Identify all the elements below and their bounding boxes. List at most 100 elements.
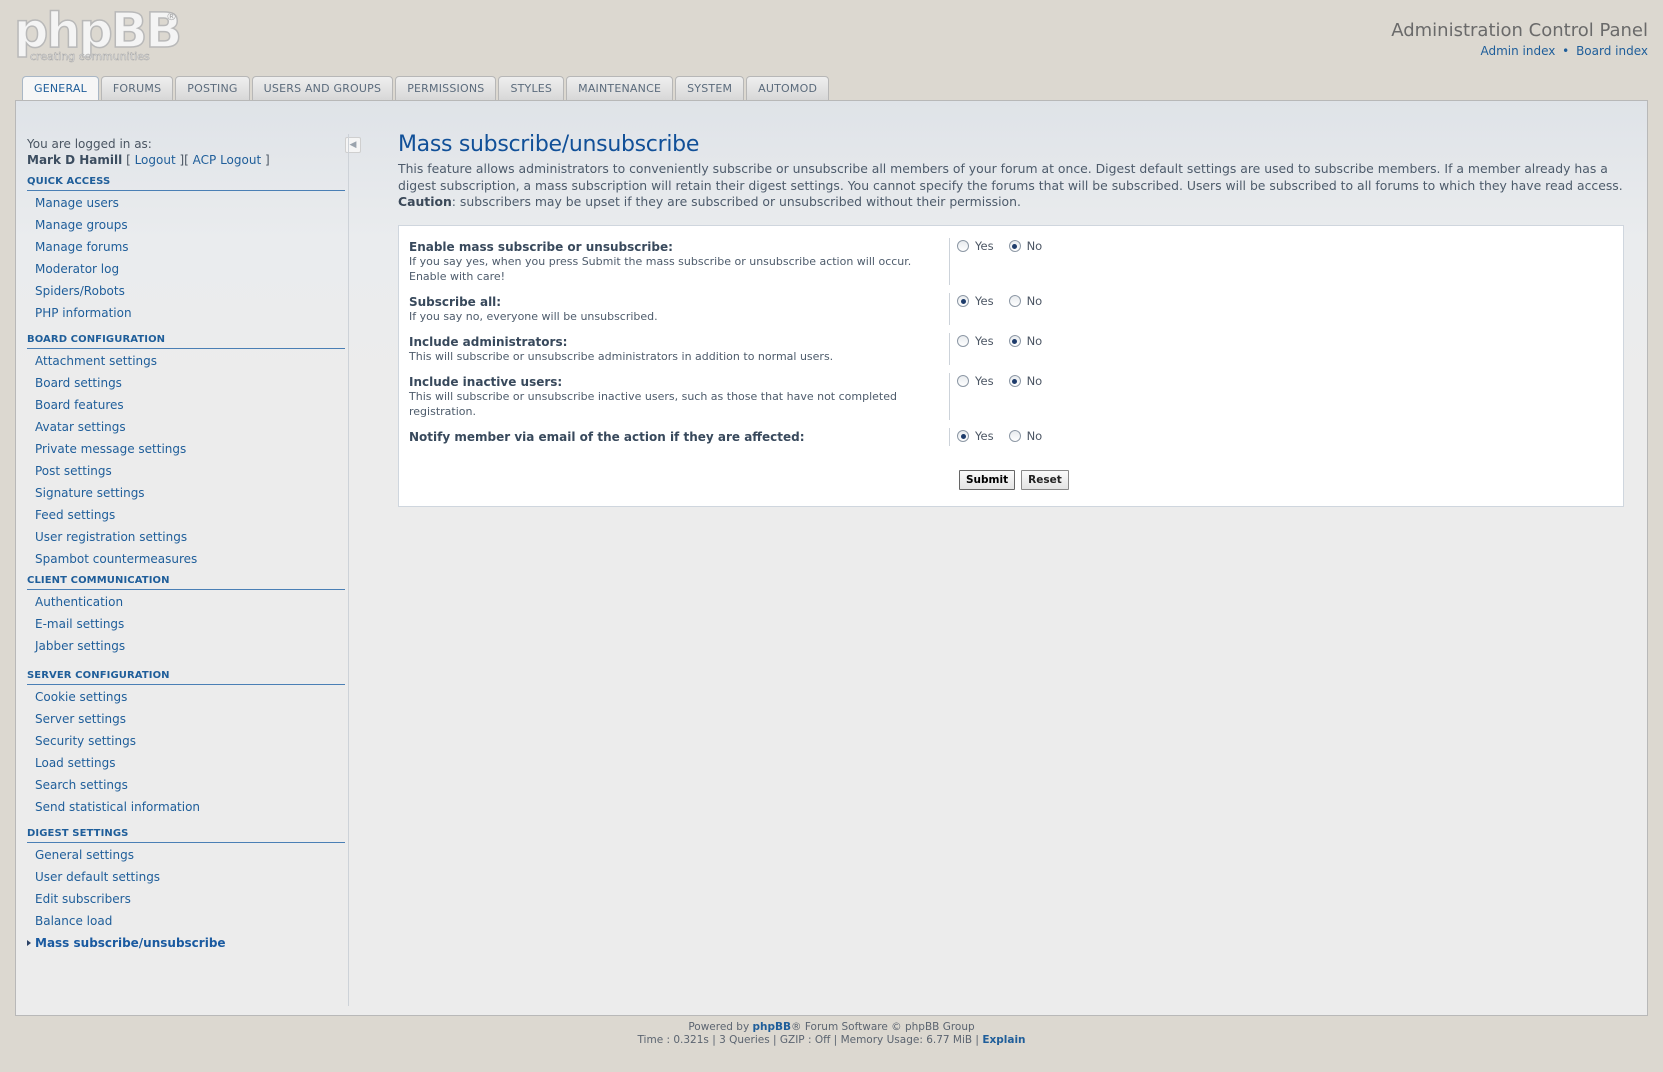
tab-users-and-groups[interactable]: USERS AND GROUPS (251, 76, 394, 101)
sidebar-item-general-settings[interactable]: General settings (27, 844, 345, 866)
sidebar-item-php-information[interactable]: PHP information (27, 302, 345, 324)
setting-options: Yes No (957, 374, 1057, 388)
sidebar-item-jabber-settings[interactable]: Jabber settings (27, 635, 345, 657)
sidebar-item-authentication[interactable]: Authentication (27, 591, 345, 613)
sidebar-item-edit-subscribers[interactable]: Edit subscribers (27, 888, 345, 910)
radio-option-yes[interactable]: Yes (957, 374, 994, 388)
phpbb-link[interactable]: phpBB (753, 1021, 792, 1033)
radio-label-no: No (1026, 294, 1043, 308)
sidebar-item-moderator-log[interactable]: Moderator log (27, 258, 345, 280)
footer-stats: Time : 0.321s | 3 Queries | GZIP : Off |… (637, 1034, 1026, 1046)
setting-hint: If you say no, everyone will be unsubscr… (409, 310, 658, 323)
sidebar-item-board-features[interactable]: Board features (27, 394, 345, 416)
logged-in-username: Mark D Hamill (27, 153, 123, 167)
explain-link[interactable]: Explain (982, 1034, 1025, 1046)
sidebar-item-attachment-settings[interactable]: Attachment settings (27, 350, 345, 372)
radio-yes[interactable] (957, 240, 969, 252)
radio-option-no[interactable]: No (1008, 429, 1043, 443)
sidebar-item-send-statistical-information[interactable]: Send statistical information (27, 796, 345, 818)
sidebar-item-user-default-settings[interactable]: User default settings (27, 866, 345, 888)
sidebar-item-balance-load[interactable]: Balance load (27, 910, 345, 932)
tab-general[interactable]: GENERAL (22, 76, 99, 102)
sidebar-item-e-mail-settings[interactable]: E-mail settings (27, 613, 345, 635)
sidebar-heading: CLIENT COMMUNICATION (27, 574, 345, 590)
setting-options: Yes No (957, 429, 1057, 443)
radio-label-yes: Yes (975, 239, 994, 253)
radio-yes[interactable] (957, 335, 969, 347)
radio-option-no[interactable]: No (1008, 334, 1043, 348)
radio-yes[interactable] (957, 295, 969, 307)
sidebar-section-client-communication: CLIENT COMMUNICATION Authentication E-mail… (27, 574, 345, 657)
submit-button[interactable]: Submit (959, 470, 1016, 490)
sidebar-item-board-settings[interactable]: Board settings (27, 372, 345, 394)
setting-label: Include administrators: This will subscri… (409, 335, 929, 365)
sidebar-item-private-message-settings[interactable]: Private message settings (27, 438, 345, 460)
tab-automod[interactable]: AUTOMOD (746, 76, 830, 101)
radio-no[interactable] (1008, 295, 1021, 307)
main-tabs: GENERAL FORUMS POSTING USERS AND GROUPS … (22, 76, 831, 102)
reset-button[interactable]: Reset (1021, 470, 1069, 490)
tab-styles[interactable]: STYLES (498, 76, 565, 101)
logo-registered-mark: ® (166, 10, 177, 23)
panel-title: Administration Control Panel (1391, 20, 1648, 41)
radio-label-yes: Yes (975, 294, 994, 308)
caution-text: : subscribers may be upset if they are s… (451, 194, 1021, 210)
tab-posting[interactable]: POSTING (175, 76, 250, 101)
radio-no[interactable] (1008, 335, 1021, 347)
admin-index-link[interactable]: Admin index (1480, 44, 1555, 58)
radio-option-yes[interactable]: Yes (957, 334, 994, 348)
setting-label: Subscribe all: If you say no, everyone wi… (409, 295, 929, 325)
sidebar-item-spambot-countermeasures[interactable]: Spambot countermeasures (27, 548, 345, 570)
phpbb-logo[interactable]: phpBB ® creating communities (13, 3, 183, 68)
sidebar-item-search-settings[interactable]: Search settings (27, 774, 345, 796)
acp-logout-link[interactable]: ACP Logout (193, 153, 262, 167)
setting-divider (949, 373, 950, 420)
sidebar-item-signature-settings[interactable]: Signature settings (27, 482, 345, 504)
setting-hint: This will subscribe or unsubscribe inact… (409, 390, 897, 418)
sidebar-item-manage-users[interactable]: Manage users (27, 192, 345, 214)
sidebar-item-cookie-settings[interactable]: Cookie settings (27, 686, 345, 708)
sidebar-item-post-settings[interactable]: Post settings (27, 460, 345, 482)
tab-maintenance[interactable]: MAINTENANCE (566, 76, 674, 101)
sidebar-item-load-settings[interactable]: Load settings (27, 752, 345, 774)
radio-option-yes[interactable]: Yes (957, 239, 994, 253)
sidebar-item-user-registration-settings[interactable]: User registration settings (27, 526, 345, 548)
sidebar-item-feed-settings[interactable]: Feed settings (27, 504, 345, 526)
radio-option-yes[interactable]: Yes (957, 429, 994, 443)
logout-link[interactable]: Logout (135, 153, 176, 167)
sidebar-section-digest-settings: DIGEST SETTINGS General settings User defa… (27, 827, 345, 954)
radio-option-no[interactable]: No (1008, 374, 1042, 388)
radio-yes[interactable] (957, 430, 969, 442)
radio-option-yes[interactable]: Yes (957, 294, 994, 308)
radio-yes[interactable] (957, 375, 969, 387)
radio-no[interactable] (1008, 375, 1021, 387)
radio-no[interactable] (1008, 240, 1021, 252)
logo-wordmark: phpBB (13, 3, 183, 59)
sidebar-item-manage-groups[interactable]: Manage groups (27, 214, 345, 236)
sidebar-item-avatar-settings[interactable]: Avatar settings (27, 416, 345, 438)
sidebar-item-spiders-robots[interactable]: Spiders/Robots (27, 280, 345, 302)
radio-label-yes: Yes (975, 374, 994, 388)
setting-divider (949, 428, 950, 446)
link-separator: • (1562, 44, 1570, 58)
sidebar-item-manage-forums[interactable]: Manage forums (27, 236, 345, 258)
setting-divider (949, 293, 950, 325)
radio-option-no[interactable]: No (1008, 294, 1043, 308)
sidebar-section-quick-access: QUICK ACCESS Manage users Manage groups Man… (27, 175, 345, 324)
sidebar-item-server-settings[interactable]: Server settings (27, 708, 345, 730)
radio-label-no: No (1026, 334, 1043, 348)
sidebar-item-mass-subscribe-unsubscribe[interactable]: Mass subscribe/unsubscribe (27, 932, 345, 954)
description-main: This feature allows administrators to co… (398, 161, 1623, 193)
sidebar-heading: SERVER CONFIGURATION (27, 669, 345, 685)
radio-no[interactable] (1008, 430, 1021, 442)
tab-permissions[interactable]: PERMISSIONS (395, 76, 497, 101)
board-index-link[interactable]: Board index (1576, 44, 1648, 58)
page-description: This feature allows administrators to co… (398, 161, 1628, 211)
main-panel: You are logged in as: Mark D Hamill [ Lo… (15, 100, 1648, 1016)
setting-hint: This will subscribe or unsubscribe admin… (409, 350, 834, 363)
radio-option-no[interactable]: No (1008, 239, 1042, 253)
radio-label-no: No (1026, 429, 1043, 443)
tab-forums[interactable]: FORUMS (100, 76, 174, 101)
sidebar-item-security-settings[interactable]: Security settings (27, 730, 345, 752)
tab-system[interactable]: SYSTEM (675, 76, 745, 101)
